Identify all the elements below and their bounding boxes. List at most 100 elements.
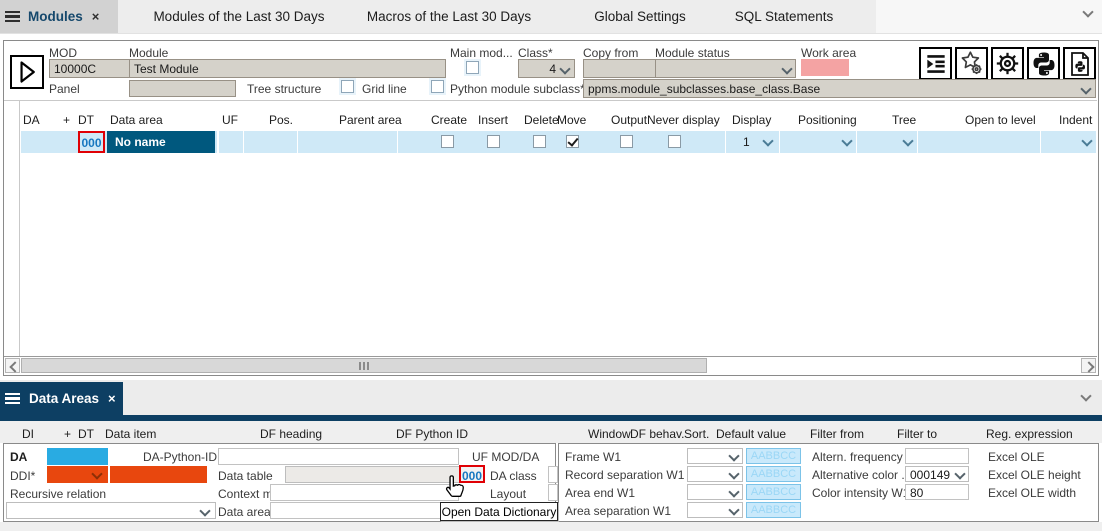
tab-data-areas-selected[interactable]: Data Areas × (0, 382, 123, 415)
panel-field[interactable] (129, 80, 236, 97)
copy-from-label: Copy from (583, 46, 638, 60)
main-mod-checkbox[interactable] (466, 61, 479, 74)
macro-settings-button[interactable] (955, 47, 988, 80)
module-status-dropdown[interactable] (655, 59, 796, 78)
display-dropdown-chevron-icon[interactable] (762, 135, 773, 146)
run-module-button[interactable] (10, 55, 44, 89)
da-python-id-label: DA-Python-ID (143, 450, 217, 464)
col-positioning: Positioning (798, 113, 857, 127)
tab-modules-selected[interactable]: Modules × (0, 0, 118, 33)
excel-ole-width-label: Excel OLE width (988, 486, 1076, 500)
col-create: Create (431, 113, 467, 127)
col-move: Move (557, 113, 586, 127)
star-gear-icon (958, 50, 985, 77)
col-parent-area: Parent area (339, 113, 402, 127)
area-separation-w1-label: Area separation W1 (565, 504, 671, 518)
positioning-dropdown-chevron-icon[interactable] (841, 135, 852, 146)
data-table-field[interactable] (285, 466, 461, 483)
python-subclass-dropdown[interactable]: ppms.module_subclasses.base_class.Base (583, 79, 1096, 98)
indent-dropdown-chevron-icon[interactable] (1081, 135, 1092, 146)
col-filter-from: Filter from (810, 427, 864, 441)
context-menu-field[interactable] (270, 484, 459, 501)
python-button[interactable] (1027, 47, 1060, 80)
never-display-checkbox[interactable] (668, 135, 681, 148)
col-plus: + (63, 113, 70, 127)
clipped-field[interactable] (548, 466, 558, 483)
work-area-field[interactable] (801, 59, 849, 76)
area-separation-w1-color-field[interactable]: AABBCC (746, 502, 801, 518)
col-never-display: Never display (647, 113, 720, 127)
tab-global-settings[interactable]: Global Settings (592, 0, 688, 33)
da-dt-field[interactable] (47, 448, 108, 465)
data-area-field[interactable] (270, 502, 459, 519)
col-data-item: Data item (105, 427, 156, 441)
horizontal-scrollbar[interactable] (4, 356, 1097, 374)
hamburger-icon[interactable] (5, 393, 20, 404)
tree-structure-label: Tree structure (247, 82, 321, 96)
python-subclass-checkbox[interactable] (431, 80, 444, 93)
main-mod-label: Main mod... (450, 46, 513, 60)
altern-frequency-field[interactable] (905, 448, 969, 464)
delete-checkbox[interactable] (533, 135, 546, 148)
close-icon[interactable]: × (108, 391, 116, 406)
col-indent: Indent (1059, 113, 1092, 127)
data-area-cell-selected[interactable]: No name (107, 131, 215, 153)
scroll-left-button[interactable] (5, 358, 20, 373)
col-default-value: Default value (716, 427, 786, 441)
tree-dropdown-chevron-icon[interactable] (902, 135, 913, 146)
tab-label: Data Areas (29, 391, 99, 406)
python-icon (1031, 51, 1057, 77)
move-checkbox[interactable] (566, 135, 579, 148)
close-icon[interactable]: × (92, 9, 100, 24)
grid-line-checkbox[interactable] (341, 80, 354, 93)
run-list-button[interactable] (919, 47, 952, 80)
record-separation-w1-color-field[interactable]: AABBCC (746, 466, 801, 482)
data-areas-tab-bar (0, 380, 1102, 415)
da-python-id-field[interactable] (218, 448, 459, 465)
col-sort: Sort. (684, 427, 709, 441)
work-area-label: Work area (801, 46, 856, 60)
col-plus: + (64, 427, 71, 441)
settings-button[interactable] (991, 47, 1024, 80)
tab-modules-last-30-days[interactable]: Modules of the Last 30 Days (128, 0, 350, 33)
recursive-relation-label: Recursive relation (10, 487, 106, 501)
output-checkbox[interactable] (620, 135, 633, 148)
hamburger-icon[interactable] (5, 11, 20, 22)
data-table-label: Data table (218, 469, 273, 483)
ddi-dropdown[interactable] (47, 466, 108, 483)
chevron-down-icon (91, 468, 102, 479)
ddi-field[interactable] (110, 466, 207, 483)
col-delete: Delete (524, 113, 559, 127)
display-value: 1 (743, 135, 750, 149)
scrollbar-thumb[interactable] (21, 358, 707, 373)
create-checkbox[interactable] (441, 135, 454, 148)
chevron-left-icon (9, 361, 20, 372)
hand-cursor-icon (443, 474, 467, 500)
color-intensity-w1-field[interactable]: 80 (905, 484, 969, 500)
col-insert: Insert (478, 113, 508, 127)
col-dt: DT (78, 427, 94, 441)
scroll-right-button[interactable] (1081, 358, 1096, 373)
bottom-strip (0, 522, 1102, 531)
app-window: Modules × Modules of the Last 30 Days Ma… (0, 0, 1102, 531)
col-pos: Pos. (269, 113, 293, 127)
gear-icon (994, 50, 1021, 77)
recursive-relation-dropdown[interactable] (6, 502, 216, 519)
module-name-field[interactable]: Test Module (129, 59, 446, 78)
area-end-w1-color-field[interactable]: AABBCC (746, 484, 801, 500)
insert-checkbox[interactable] (487, 135, 500, 148)
ddi-row-label: DDI* (10, 469, 35, 483)
frame-w1-color-field[interactable]: AABBCC (746, 448, 801, 464)
python-file-button[interactable] (1063, 47, 1096, 80)
tab-sql-statements[interactable]: SQL Statements (734, 0, 834, 33)
alternative-color-label: Alternative color ... (812, 468, 911, 482)
col-display: Display (732, 113, 771, 127)
scrollbar-grip-icon (359, 362, 369, 370)
table-row[interactable]: 000 No name 1 (21, 131, 1096, 153)
col-filter-to: Filter to (897, 427, 937, 441)
dt-cell[interactable]: 000 (78, 131, 105, 153)
clipped-field[interactable] (548, 484, 558, 501)
tab-macros-last-30-days[interactable]: Macros of the Last 30 Days (360, 0, 538, 33)
col-df-heading: DF heading (260, 427, 322, 441)
col-df-behav: DF behav. (630, 427, 684, 441)
